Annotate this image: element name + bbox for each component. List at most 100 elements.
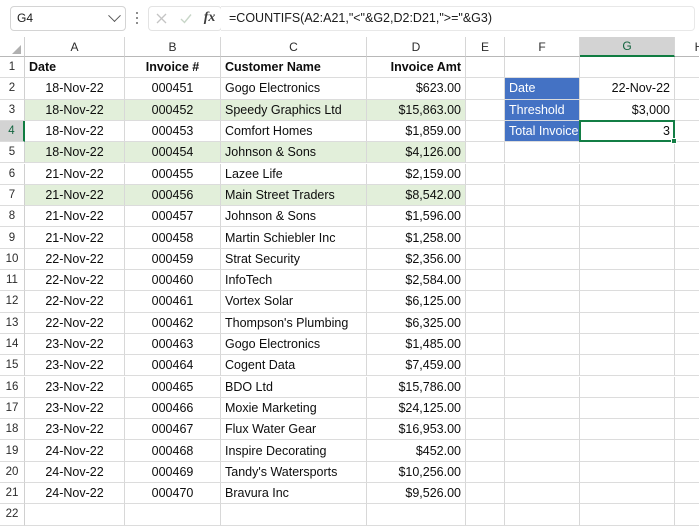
cell-B13-invoice[interactable]: 000462 — [125, 312, 221, 334]
cell-A13-date[interactable]: 22-Nov-22 — [25, 312, 125, 334]
cell-G12[interactable] — [580, 291, 675, 313]
column-header-a[interactable]: A — [25, 37, 125, 57]
cell-D1-amount-header[interactable]: Invoice Amt — [367, 57, 466, 79]
cell-H19[interactable] — [675, 440, 699, 462]
cell-F21[interactable] — [505, 483, 580, 505]
cell-A19-date[interactable]: 24-Nov-22 — [25, 440, 125, 462]
cell-B2-invoice[interactable]: 000451 — [125, 78, 221, 100]
cell-E20[interactable] — [466, 461, 505, 483]
confirm-check-icon[interactable] — [179, 12, 193, 25]
cell-C14-customer[interactable]: Gogo Electronics — [221, 333, 367, 356]
cell-E9[interactable] — [466, 227, 505, 249]
row-header-21[interactable]: 21 — [0, 483, 25, 505]
column-header-c[interactable]: C — [221, 37, 367, 57]
cell-E12[interactable] — [466, 291, 505, 313]
cell-G1[interactable] — [580, 57, 675, 79]
cell-E13[interactable] — [466, 312, 505, 334]
row-header-12[interactable]: 12 — [0, 291, 25, 313]
name-box[interactable]: G4 — [10, 5, 126, 31]
cell-A3-date[interactable]: 18-Nov-22 — [25, 99, 125, 121]
cell-D4-amount[interactable]: $1,859.00 — [367, 120, 466, 143]
criteria-value-threshold[interactable]: $3,000 — [580, 99, 675, 121]
cell-D5-amount[interactable]: $4,126.00 — [367, 142, 466, 164]
cell-E15[interactable] — [466, 355, 505, 377]
cell-D13-amount[interactable]: $6,325.00 — [367, 312, 466, 334]
cell-H2[interactable] — [675, 78, 699, 100]
cell-F8[interactable] — [505, 206, 580, 228]
row-header-9[interactable]: 9 — [0, 227, 25, 249]
cell-A1-date-header[interactable]: Date — [25, 57, 125, 79]
cell-H3[interactable] — [675, 100, 699, 121]
cell-D7-amount[interactable]: $8,542.00 — [367, 184, 466, 207]
cell-B4-invoice[interactable]: 000453 — [125, 120, 221, 143]
cell-C10-customer[interactable]: Strat Security — [221, 248, 367, 270]
insert-function-icon[interactable]: fx — [204, 10, 216, 26]
row-header-7[interactable]: 7 — [0, 184, 25, 207]
cell-B12-invoice[interactable]: 000461 — [125, 291, 221, 313]
cell-A6-date[interactable]: 21-Nov-22 — [25, 163, 125, 185]
cell-G18[interactable] — [580, 419, 675, 441]
cell-H13[interactable] — [675, 313, 699, 334]
cell-H17[interactable] — [675, 398, 699, 420]
cell-F7[interactable] — [505, 184, 580, 207]
cell-A4-date[interactable]: 18-Nov-22 — [25, 120, 125, 143]
row-header-6[interactable]: 6 — [0, 163, 25, 185]
cell-H16[interactable] — [675, 377, 699, 398]
criteria-value-date[interactable]: 22-Nov-22 — [580, 78, 675, 100]
cell-H1[interactable] — [675, 57, 699, 79]
cell-H5[interactable] — [675, 142, 699, 164]
cell-H15[interactable] — [675, 355, 699, 377]
cell-D20-amount[interactable]: $10,256.00 — [367, 461, 466, 483]
cell-F13[interactable] — [505, 312, 580, 334]
cell-A12-date[interactable]: 22-Nov-22 — [25, 291, 125, 313]
row-header-22[interactable]: 22 — [0, 504, 25, 526]
row-header-10[interactable]: 10 — [0, 248, 25, 270]
cell-B5-invoice[interactable]: 000454 — [125, 142, 221, 164]
cell-D3-amount[interactable]: $15,863.00 — [367, 99, 466, 121]
row-header-18[interactable]: 18 — [0, 419, 25, 441]
cell-F10[interactable] — [505, 248, 580, 270]
cell-B16-invoice[interactable]: 000465 — [125, 376, 221, 398]
cell-G19[interactable] — [580, 440, 675, 462]
cell-G13[interactable] — [580, 312, 675, 334]
cell-F1[interactable] — [505, 57, 580, 79]
cell-H21[interactable] — [675, 483, 699, 505]
cell-D14-amount[interactable]: $1,485.00 — [367, 333, 466, 356]
cell-G21[interactable] — [580, 483, 675, 505]
cell-E2[interactable] — [466, 78, 505, 100]
cell-H8[interactable] — [675, 206, 699, 228]
column-header-g[interactable]: G — [580, 37, 675, 57]
cell-C1-customer-header[interactable]: Customer Name — [221, 57, 367, 79]
cell-H6[interactable] — [675, 164, 699, 185]
cell-A11-date[interactable]: 22-Nov-22 — [25, 270, 125, 292]
cell-A18-date[interactable]: 23-Nov-22 — [25, 419, 125, 441]
cell-D22[interactable] — [367, 504, 466, 526]
cell-H9[interactable] — [675, 227, 699, 249]
cell-F20[interactable] — [505, 461, 580, 483]
cell-F9[interactable] — [505, 227, 580, 249]
cell-E22[interactable] — [466, 504, 505, 526]
cell-D12-amount[interactable]: $6,125.00 — [367, 291, 466, 313]
cell-E19[interactable] — [466, 440, 505, 462]
cell-D11-amount[interactable]: $2,584.00 — [367, 270, 466, 292]
cell-G16[interactable] — [580, 376, 675, 398]
cell-H20[interactable] — [675, 462, 699, 483]
cell-F16[interactable] — [505, 376, 580, 398]
cell-F22[interactable] — [505, 504, 580, 526]
cell-B7-invoice[interactable]: 000456 — [125, 184, 221, 207]
cell-C7-customer[interactable]: Main Street Traders — [221, 184, 367, 207]
cell-C22[interactable] — [221, 504, 367, 526]
cell-G6[interactable] — [580, 163, 675, 185]
cell-H7[interactable] — [675, 185, 699, 207]
cell-B18-invoice[interactable]: 000467 — [125, 419, 221, 441]
criteria-label-total-invoices[interactable]: Total Invoices — [505, 120, 580, 143]
row-header-1[interactable]: 1 — [0, 57, 25, 79]
cell-B19-invoice[interactable]: 000468 — [125, 440, 221, 462]
cell-B20-invoice[interactable]: 000469 — [125, 461, 221, 483]
cell-G11[interactable] — [580, 270, 675, 292]
cell-B11-invoice[interactable]: 000460 — [125, 270, 221, 292]
cell-C5-customer[interactable]: Johnson & Sons — [221, 142, 367, 164]
cell-H4[interactable] — [675, 121, 699, 143]
cell-G22[interactable] — [580, 504, 675, 526]
cell-A17-date[interactable]: 23-Nov-22 — [25, 397, 125, 420]
